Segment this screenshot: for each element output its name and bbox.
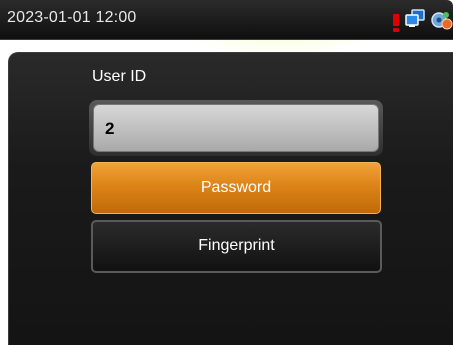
status-bar: 2023-01-01 12:00 bbox=[0, 0, 453, 40]
user-id-input[interactable]: 2 bbox=[93, 104, 379, 152]
fingerprint-button[interactable]: Fingerprint bbox=[91, 220, 382, 273]
gear-icon bbox=[431, 12, 453, 30]
device-screen: 2023-01-01 12:00 User ID 2 Password Fing… bbox=[0, 0, 453, 345]
user-id-field[interactable]: 2 bbox=[89, 100, 383, 156]
password-button[interactable]: Password bbox=[91, 162, 381, 214]
user-id-label: User ID bbox=[92, 68, 147, 85]
status-datetime: 2023-01-01 12:00 bbox=[7, 9, 137, 26]
network-icon bbox=[405, 9, 425, 27]
alert-icon bbox=[393, 14, 399, 32]
